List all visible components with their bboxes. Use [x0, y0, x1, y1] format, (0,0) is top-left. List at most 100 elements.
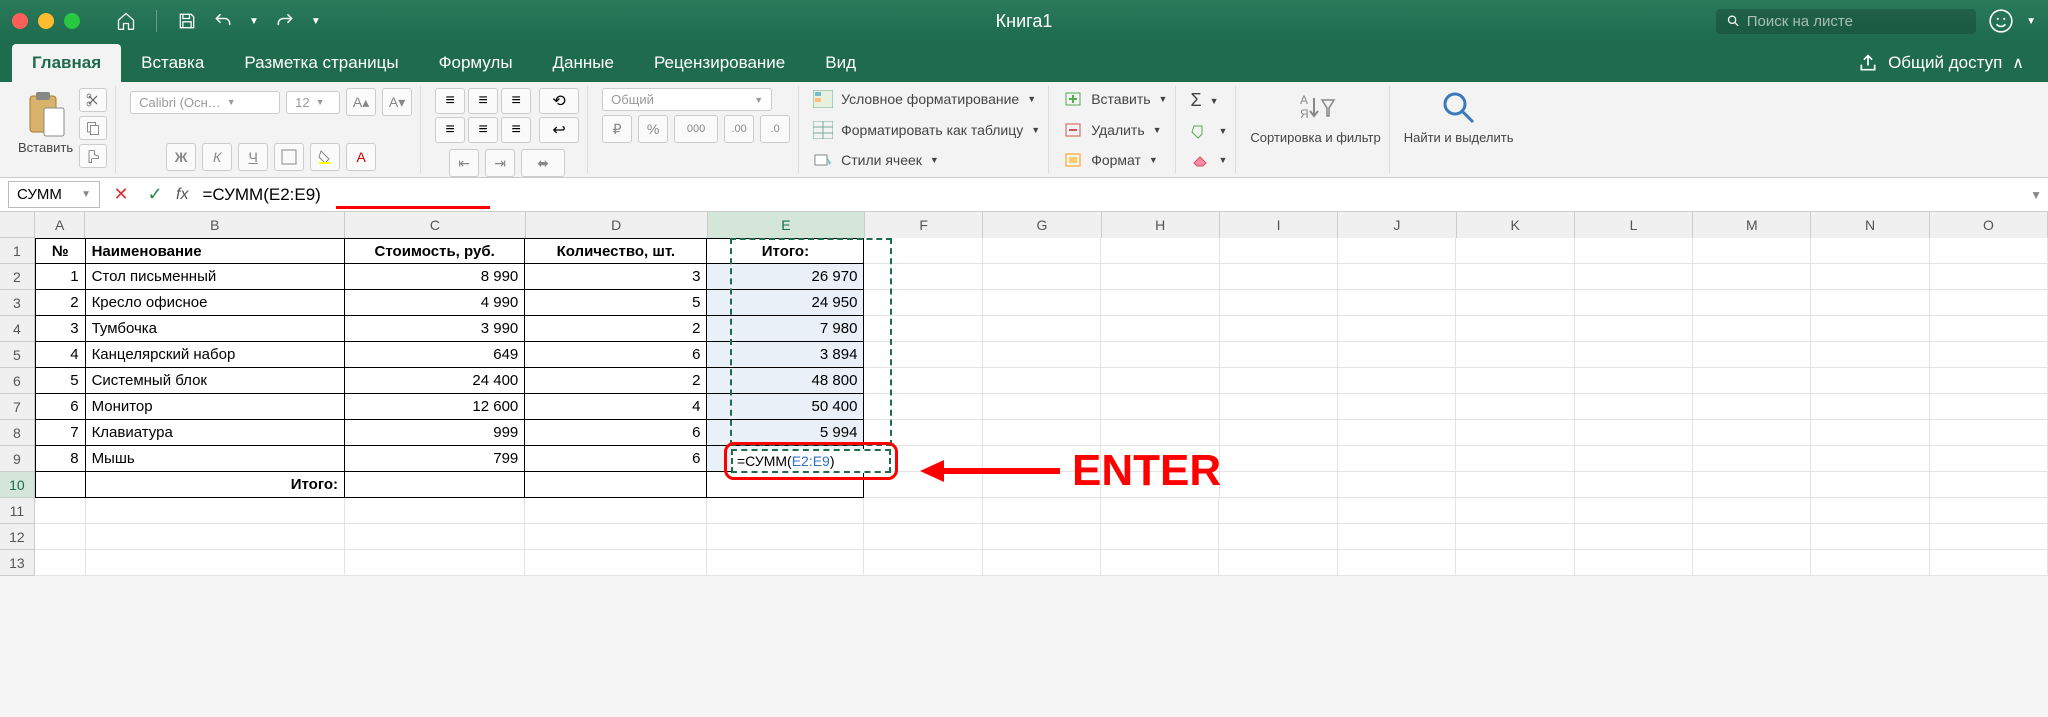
- cell[interactable]: [1930, 472, 2048, 498]
- cell[interactable]: [864, 290, 982, 316]
- cell[interactable]: [1811, 446, 1929, 472]
- cell[interactable]: [1338, 264, 1456, 290]
- row-header-5[interactable]: 5: [0, 342, 35, 368]
- cell[interactable]: [1575, 342, 1693, 368]
- expand-formula-bar-button[interactable]: ▼: [2030, 188, 2042, 202]
- cell[interactable]: [1456, 264, 1574, 290]
- cell[interactable]: Мышь: [86, 446, 345, 472]
- cell[interactable]: [1693, 316, 1811, 342]
- cell[interactable]: [86, 524, 345, 550]
- font-name-select[interactable]: Calibri (Осн…▼: [130, 91, 280, 114]
- cell[interactable]: [707, 524, 864, 550]
- cell[interactable]: 12 600: [345, 394, 525, 420]
- percent-button[interactable]: %: [638, 115, 668, 143]
- cell[interactable]: Стол письменный: [86, 264, 345, 290]
- cell[interactable]: [1220, 316, 1338, 342]
- cell[interactable]: [1811, 420, 1929, 446]
- cell[interactable]: [1338, 290, 1456, 316]
- cell[interactable]: Тумбочка: [86, 316, 345, 342]
- underline-button[interactable]: Ч: [238, 143, 268, 171]
- cell[interactable]: [1811, 368, 1929, 394]
- col-header-O[interactable]: O: [1930, 212, 2048, 238]
- cell[interactable]: [1219, 550, 1337, 576]
- fx-label[interactable]: fx: [176, 186, 188, 204]
- cell[interactable]: [983, 316, 1101, 342]
- cell[interactable]: 3: [35, 316, 86, 342]
- paste-button[interactable]: [24, 88, 68, 140]
- cell[interactable]: [1575, 394, 1693, 420]
- format-painter-button[interactable]: [79, 144, 107, 168]
- zoom-window-button[interactable]: [64, 13, 80, 29]
- font-color-button[interactable]: A: [346, 143, 376, 171]
- cell[interactable]: [864, 498, 982, 524]
- cell[interactable]: [345, 498, 525, 524]
- cell[interactable]: [983, 238, 1101, 264]
- cell[interactable]: [1220, 394, 1338, 420]
- cell[interactable]: Итого:: [86, 472, 345, 498]
- cell[interactable]: 649: [345, 342, 525, 368]
- cell[interactable]: Монитор: [86, 394, 345, 420]
- cell[interactable]: [35, 472, 86, 498]
- cell[interactable]: [1338, 472, 1456, 498]
- share-button[interactable]: Общий доступ ∧: [1846, 44, 2036, 82]
- cell[interactable]: [1693, 238, 1811, 264]
- cell[interactable]: [1219, 498, 1337, 524]
- row-header-11[interactable]: 11: [0, 498, 35, 524]
- cell[interactable]: [1930, 498, 2048, 524]
- col-header-B[interactable]: B: [85, 212, 345, 238]
- cell[interactable]: Стоимость, руб.: [345, 238, 525, 264]
- cell[interactable]: [1930, 316, 2048, 342]
- cell[interactable]: [1220, 342, 1338, 368]
- cell[interactable]: [983, 420, 1101, 446]
- cut-button[interactable]: [79, 88, 107, 112]
- spreadsheet-grid[interactable]: A B C D E F G H I J K L M N O 1№Наименов…: [0, 212, 2048, 576]
- cell[interactable]: [86, 498, 345, 524]
- cell[interactable]: [983, 394, 1101, 420]
- cell[interactable]: 50 400: [707, 394, 864, 420]
- home-icon[interactable]: [116, 11, 136, 31]
- row-header-13[interactable]: 13: [0, 550, 35, 576]
- cell[interactable]: [1575, 420, 1693, 446]
- cell[interactable]: 3 894: [707, 342, 864, 368]
- find-select-button[interactable]: Найти и выделить: [1404, 88, 1514, 145]
- cell[interactable]: [864, 238, 982, 264]
- cell[interactable]: [525, 498, 707, 524]
- cell[interactable]: 2: [35, 290, 86, 316]
- cell[interactable]: [1575, 524, 1693, 550]
- align-middle-button[interactable]: ≡: [468, 88, 498, 114]
- cell[interactable]: [864, 550, 982, 576]
- sheet-search[interactable]: [1716, 9, 1976, 34]
- increase-decimal-button[interactable]: .00: [724, 115, 754, 143]
- insert-cells-button[interactable]: Вставить▼: [1063, 88, 1167, 110]
- cell[interactable]: [1220, 472, 1338, 498]
- cell[interactable]: 6: [525, 342, 707, 368]
- align-center-button[interactable]: ≡: [468, 117, 498, 143]
- col-header-A[interactable]: A: [35, 212, 85, 238]
- cell[interactable]: 26 970: [707, 264, 864, 290]
- cell[interactable]: [864, 264, 982, 290]
- cell[interactable]: [707, 550, 864, 576]
- cell[interactable]: 4: [35, 342, 86, 368]
- cell[interactable]: [1930, 290, 2048, 316]
- cell[interactable]: [1930, 524, 2048, 550]
- col-header-N[interactable]: N: [1811, 212, 1929, 238]
- cell[interactable]: [525, 550, 707, 576]
- cell[interactable]: [1575, 446, 1693, 472]
- copy-button[interactable]: [79, 116, 107, 140]
- cell[interactable]: [1811, 342, 1929, 368]
- comma-style-button[interactable]: 000: [674, 115, 718, 143]
- cell[interactable]: [1220, 420, 1338, 446]
- cell[interactable]: [1101, 238, 1219, 264]
- cell[interactable]: 24 950: [707, 290, 864, 316]
- col-header-L[interactable]: L: [1575, 212, 1693, 238]
- cell[interactable]: [1220, 238, 1338, 264]
- cell[interactable]: [1220, 290, 1338, 316]
- cell[interactable]: [1693, 524, 1811, 550]
- col-header-F[interactable]: F: [865, 212, 983, 238]
- align-top-button[interactable]: ≡: [435, 88, 465, 114]
- minimize-window-button[interactable]: [38, 13, 54, 29]
- cell[interactable]: Наименование: [86, 238, 345, 264]
- number-format-select[interactable]: Общий▼: [602, 88, 772, 111]
- cell[interactable]: [1811, 550, 1929, 576]
- cell[interactable]: [1693, 446, 1811, 472]
